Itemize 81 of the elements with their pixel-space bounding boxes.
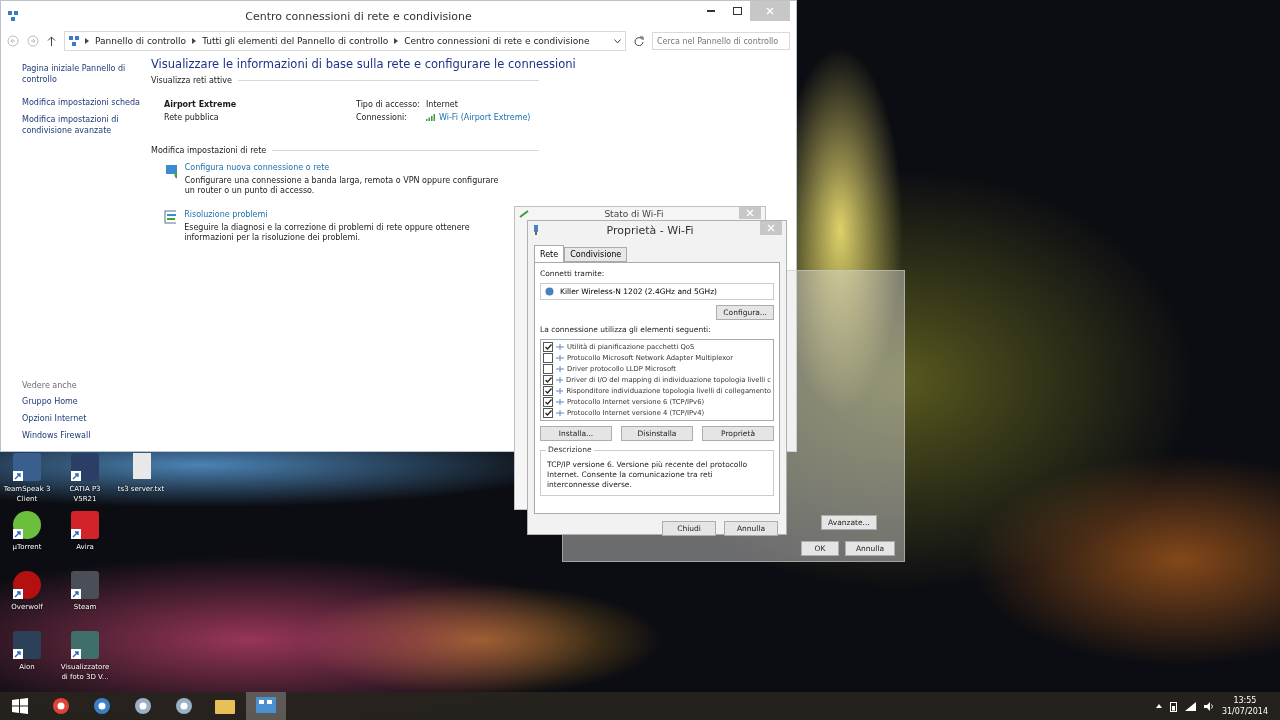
breadcrumb-item[interactable]: Centro connessioni di rete e condivisione <box>404 36 590 46</box>
network-type: Rete pubblica <box>164 113 220 122</box>
protocol-icon <box>556 399 564 405</box>
breadcrumb-item[interactable]: Tutti gli elementi del Pannello di controllo <box>202 36 389 46</box>
protocol-icon <box>556 388 564 394</box>
network-icon <box>69 36 79 46</box>
chevron-icon <box>85 38 89 44</box>
windows-logo-icon <box>12 698 28 714</box>
app-icon <box>134 697 152 715</box>
chevron-icon <box>192 38 197 44</box>
task-description: Eseguire la diagnosi e la correzione di problemi di rete oppure ottenere informazioni per la risoluzione dei problemi. <box>184 223 471 243</box>
field-value: Internet <box>426 100 459 109</box>
sidebar-link[interactable]: Windows Firewall <box>22 430 141 441</box>
tray-arrow-icon[interactable] <box>1155 704 1162 708</box>
signal-icon[interactable] <box>1184 701 1196 711</box>
page-heading: Visualizzare le informazioni di base sulla rete e configurare le connessioni <box>151 57 577 71</box>
battery-icon[interactable] <box>1169 700 1177 712</box>
sidebar-heading: Vedere anche <box>22 381 78 390</box>
protocol-icon <box>556 366 564 372</box>
task-description: Configurare una connessione a banda larga, remota o VPN oppure configurare un router o un punto di accesso. <box>184 176 499 196</box>
folder-icon <box>215 698 235 714</box>
tab[interactable]: Rete <box>534 245 565 262</box>
window-title: Centro connessioni di rete e condivisione <box>244 9 473 23</box>
network-setup-icon <box>164 163 177 179</box>
field-label: Connessioni: <box>356 113 408 122</box>
app-icon[interactable] <box>70 630 100 660</box>
minimize-icon <box>707 10 715 12</box>
checkbox[interactable] <box>543 397 553 407</box>
close-icon <box>746 209 754 217</box>
dialog-title: Stato di Wi-Fi <box>603 209 665 219</box>
tab[interactable]: Condivisione <box>564 247 628 262</box>
app-icon <box>52 697 70 715</box>
app-icon[interactable] <box>12 630 42 660</box>
section-heading: Visualizza reti attive <box>151 76 539 85</box>
checkbox[interactable] <box>543 408 553 418</box>
checkbox[interactable] <box>543 386 553 396</box>
control-panel-icon <box>256 697 276 715</box>
app-icon[interactable] <box>12 452 42 482</box>
app-icon[interactable] <box>70 452 100 482</box>
app-icon[interactable] <box>70 510 100 540</box>
sidebar-link[interactable]: Opzioni Internet <box>22 413 141 424</box>
checkbox[interactable] <box>543 342 553 352</box>
task-link[interactable]: Risoluzione problemi <box>184 210 499 220</box>
checkbox[interactable] <box>543 353 553 363</box>
chevron-icon <box>394 38 399 44</box>
speaker-icon[interactable] <box>1203 701 1214 711</box>
protocol-icon <box>556 344 564 350</box>
app-icon <box>93 697 111 715</box>
protocol-icon <box>556 377 563 383</box>
address-bar[interactable]: Pannello di controllo Tutti gli elementi del Pannello di controllo Centro connessioni di rete e condivisione <box>64 31 626 51</box>
protocol-icon <box>556 410 564 416</box>
breadcrumb-item[interactable]: Pannello di controllo <box>95 36 187 46</box>
app-icon[interactable] <box>70 570 100 600</box>
network-name: Airport Extreme <box>164 100 238 109</box>
sidebar-link[interactable]: Pagina iniziale Pannello di controllo <box>22 63 141 85</box>
app-icon[interactable] <box>12 510 42 540</box>
search-field[interactable]: Cerca nel Pannello di controllo <box>652 32 790 50</box>
sidebar-link[interactable]: Modifica impostazioni di condivisione avanzate <box>22 114 141 136</box>
maximize-icon <box>732 7 742 15</box>
signal-icon <box>426 114 435 121</box>
up-arrow-icon[interactable] <box>47 36 56 46</box>
connection-link[interactable]: Wi-Fi (Airport Extreme) <box>426 113 546 122</box>
refresh-icon[interactable] <box>634 36 644 46</box>
network-icon <box>7 10 19 22</box>
app-icon <box>175 697 193 715</box>
field-label: Tipo di accesso: <box>356 100 421 109</box>
dropdown-caret-icon[interactable] <box>614 38 621 44</box>
clock[interactable]: 13:55 31/07/2014 <box>1221 695 1268 717</box>
close-icon <box>767 224 775 232</box>
section-heading: Modifica impostazioni di rete <box>151 146 539 155</box>
app-icon[interactable] <box>12 570 42 600</box>
sidebar-link[interactable]: Modifica impostazioni scheda <box>22 97 141 108</box>
sidebar-link[interactable]: Gruppo Home <box>22 396 141 407</box>
checkbox[interactable] <box>543 375 553 385</box>
protocol-icon <box>556 355 564 361</box>
troubleshoot-icon <box>164 210 177 226</box>
close-icon <box>766 7 774 15</box>
taskbar-app-button[interactable] <box>246 692 286 720</box>
task-link[interactable]: Configura nuova connessione o rete <box>184 163 499 173</box>
dialog-title: Proprietà - Wi-Fi <box>605 223 695 237</box>
checkbox[interactable] <box>543 364 553 374</box>
